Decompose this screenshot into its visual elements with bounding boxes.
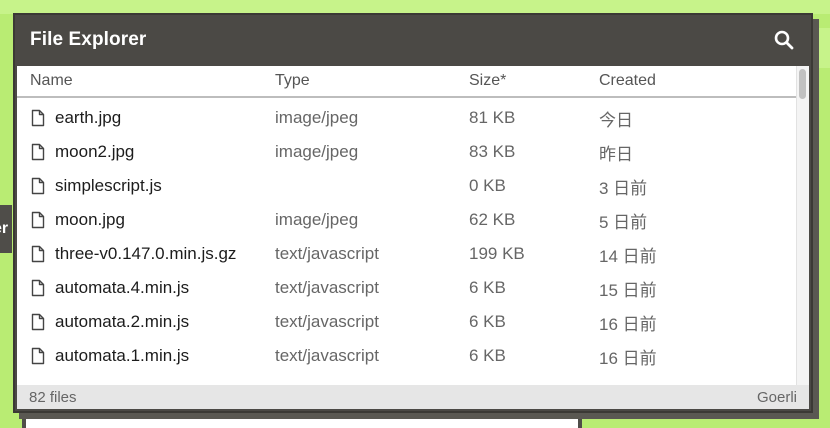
vertical-scrollbar[interactable] — [796, 66, 809, 385]
cell-size: 6 KB — [469, 346, 506, 365]
background-window-tab[interactable]: er — [0, 205, 12, 253]
file-name: automata.2.min.js — [55, 312, 190, 331]
cell-size: 6 KB — [469, 312, 506, 331]
cell-created: 16 日前 — [599, 348, 657, 368]
cell-type: image/jpeg — [275, 108, 359, 127]
file-icon — [31, 279, 45, 297]
file-icon — [31, 347, 45, 365]
status-bar: 82 files Goerli — [17, 385, 809, 409]
cell-created: 15 日前 — [599, 280, 657, 300]
cell-name: three-v0.147.0.min.js.gz — [17, 244, 275, 264]
table-row[interactable]: automata.1.min.js text/javascript 6 KB 16 日… — [17, 339, 809, 373]
file-name: automata.1.min.js — [55, 346, 190, 365]
table-row[interactable]: earth.jpg image/jpeg 81 KB 今日 — [17, 101, 809, 135]
table-header: Name Type Size* Created — [17, 66, 809, 98]
file-name: moon2.jpg — [55, 142, 135, 161]
background-strip — [0, 0, 830, 14]
table-row[interactable]: moon2.jpg image/jpeg 83 KB 昨日 — [17, 135, 809, 169]
file-name: earth.jpg — [55, 108, 122, 127]
window-titlebar[interactable]: File Explorer — [15, 15, 811, 65]
file-icon — [31, 313, 45, 331]
cell-name: automata.2.min.js — [17, 312, 275, 332]
file-name: simplescript.js — [55, 176, 162, 195]
column-header-created[interactable]: Created — [599, 72, 769, 90]
cell-name: moon.jpg — [17, 210, 275, 230]
cell-created: 14 日前 — [599, 246, 657, 266]
cell-name: earth.jpg — [17, 108, 275, 128]
table-body: earth.jpg image/jpeg 81 KB 今日 moon2.jpg image… — [17, 98, 809, 373]
file-icon — [31, 177, 45, 195]
search-icon — [774, 30, 794, 50]
cell-name: simplescript.js — [17, 176, 275, 196]
table-row[interactable]: three-v0.147.0.min.js.gz text/javascript 1… — [17, 237, 809, 271]
cell-type: text/javascript — [275, 278, 379, 297]
file-count: 82 files — [29, 388, 77, 406]
column-header-type[interactable]: Type — [275, 72, 469, 90]
table-row[interactable]: automata.4.min.js text/javascript 6 KB 15 日… — [17, 271, 809, 305]
table-row[interactable]: moon.jpg image/jpeg 62 KB 5 日前 — [17, 203, 809, 237]
file-explorer-window: File Explorer Name Type Size* Created ea… — [13, 13, 813, 413]
cell-size: 6 KB — [469, 278, 506, 297]
table-row[interactable]: automata.2.min.js text/javascript 6 KB 16 日… — [17, 305, 809, 339]
file-icon — [31, 109, 45, 127]
cell-name: automata.1.min.js — [17, 346, 275, 366]
column-header-name[interactable]: Name — [17, 72, 275, 90]
cell-size: 83 KB — [469, 142, 516, 161]
file-list: Name Type Size* Created earth.jpg image/j… — [17, 66, 809, 385]
search-button[interactable] — [771, 27, 797, 53]
cell-type: text/javascript — [275, 244, 379, 263]
table-row[interactable]: simplescript.js 0 KB 3 日前 — [17, 169, 809, 203]
cell-type: text/javascript — [275, 312, 379, 331]
cell-type: image/jpeg — [275, 210, 359, 229]
file-icon — [31, 245, 45, 263]
background-strip-right — [818, 28, 830, 68]
file-icon — [31, 143, 45, 161]
cell-created: 16 日前 — [599, 314, 657, 334]
window-title: File Explorer — [30, 29, 147, 50]
cell-created: 5 日前 — [599, 212, 648, 232]
file-icon — [31, 211, 45, 229]
cell-size: 0 KB — [469, 176, 506, 195]
column-header-size[interactable]: Size* — [469, 72, 599, 90]
file-name: automata.4.min.js — [55, 278, 190, 297]
cell-created: 今日 — [599, 110, 633, 130]
file-name: three-v0.147.0.min.js.gz — [55, 244, 237, 263]
cell-size: 199 KB — [469, 244, 525, 263]
background-window — [22, 414, 582, 428]
cell-type: text/javascript — [275, 346, 379, 365]
scrollbar-thumb[interactable] — [799, 69, 806, 99]
cell-type: image/jpeg — [275, 142, 359, 161]
cell-size: 62 KB — [469, 210, 516, 229]
cell-created: 昨日 — [599, 144, 633, 164]
cell-name: automata.4.min.js — [17, 278, 275, 298]
cell-size: 81 KB — [469, 108, 516, 127]
cell-created: 3 日前 — [599, 178, 648, 198]
file-name: moon.jpg — [55, 210, 125, 229]
network-name: Goerli — [756, 388, 797, 406]
cell-name: moon2.jpg — [17, 142, 275, 162]
